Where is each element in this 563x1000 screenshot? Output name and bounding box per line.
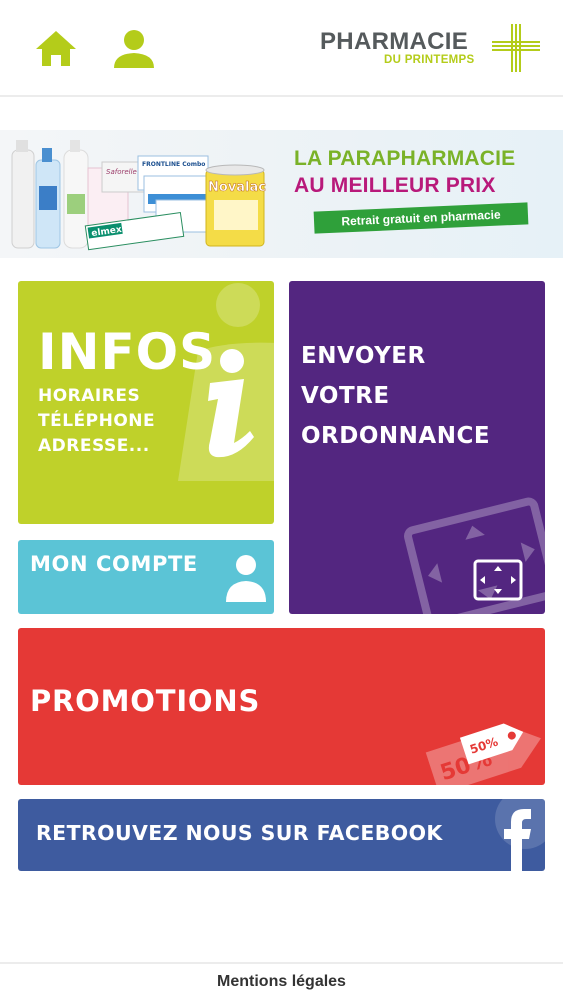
- svg-text:Saforelle: Saforelle: [106, 168, 137, 176]
- svg-text:FRONTLINE Combo: FRONTLINE Combo: [142, 161, 205, 168]
- infos-title: INFOS: [38, 323, 217, 381]
- logo-title: PHARMACIE: [320, 28, 469, 55]
- pharmacy-logo[interactable]: PHARMACIE DU PRINTEMPS: [320, 22, 545, 78]
- legal-notice-link[interactable]: Mentions légales: [0, 973, 563, 991]
- prescription-line-3: ORDONNANCE: [301, 423, 491, 449]
- account-label: MON COMPTE: [30, 552, 198, 576]
- promo-banner[interactable]: Saforelle FRONTLINE Combo elmex Novalac …: [0, 130, 563, 258]
- info-icon: [178, 283, 274, 481]
- pharmacy-cross-icon: [492, 24, 540, 72]
- prescription-line-1: ENVOYER: [301, 343, 426, 369]
- user-icon: [226, 555, 266, 602]
- svg-text:Novalac: Novalac: [208, 180, 266, 195]
- price-tag-icon: 50% 50%: [425, 723, 541, 785]
- facebook-tile[interactable]: RETROUVEZ NOUS SUR FACEBOOK: [18, 799, 545, 871]
- scan-icon: [404, 497, 545, 614]
- facebook-icon: [495, 799, 545, 871]
- prescription-tile[interactable]: ENVOYER VOTRE ORDONNANCE: [289, 281, 545, 614]
- banner-pickup-label: Retrait gratuit en pharmacie: [313, 202, 529, 234]
- app-footer: Mentions légales: [0, 962, 563, 1000]
- facebook-label: RETROUVEZ NOUS SUR FACEBOOK: [36, 821, 443, 845]
- account-button[interactable]: [112, 28, 156, 70]
- logo-subtitle: DU PRINTEMPS: [384, 54, 475, 66]
- product-photo: Saforelle FRONTLINE Combo elmex Novalac: [11, 140, 266, 251]
- app-header: PHARMACIE DU PRINTEMPS: [0, 0, 563, 97]
- banner-headline-1: LA PARAPHARMACIE: [294, 147, 516, 170]
- banner-headline-2: AU MEILLEUR PRIX: [294, 174, 496, 197]
- user-icon: [114, 30, 154, 68]
- home-icon: [36, 31, 76, 66]
- promotions-label: PROMOTIONS: [30, 684, 261, 718]
- home-button[interactable]: [34, 28, 78, 70]
- infos-tile[interactable]: INFOS HORAIRES TÉLÉPHONE ADRESSE...: [18, 281, 274, 524]
- infos-phone: TÉLÉPHONE: [38, 411, 156, 431]
- account-tile[interactable]: MON COMPTE: [18, 540, 274, 614]
- prescription-line-2: VOTRE: [301, 383, 390, 409]
- promotions-tile[interactable]: PROMOTIONS 50% 50%: [18, 628, 545, 785]
- infos-address: ADRESSE...: [38, 436, 150, 456]
- infos-hours: HORAIRES: [38, 386, 141, 406]
